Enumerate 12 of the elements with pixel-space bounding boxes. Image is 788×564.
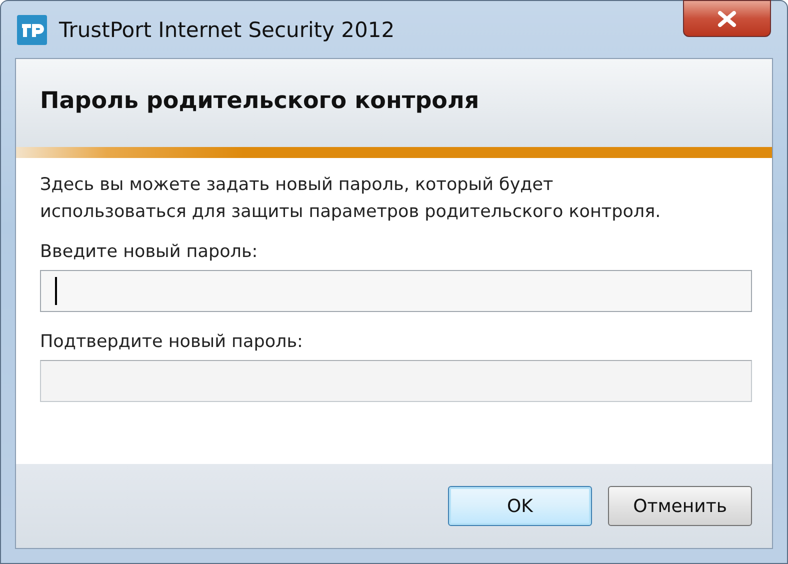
password-field[interactable] <box>40 270 752 312</box>
close-icon <box>717 10 737 26</box>
dialog-heading: Пароль родительского контроля <box>40 88 480 114</box>
ok-button[interactable]: OK <box>448 486 592 526</box>
description-text: Здесь вы можете задать новый пароль, который будет использоваться для защиты параметров родительского контроля. <box>40 174 662 224</box>
field-label: Введите новый пароль: <box>40 242 259 262</box>
cancel-button[interactable]: Отменить <box>608 486 752 526</box>
field-label: Подтвердите новый пароль: <box>40 332 304 352</box>
close-button[interactable] <box>683 0 771 37</box>
password-field[interactable] <box>40 360 752 402</box>
window-title: TrustPort Internet Security 2012 <box>59 18 395 42</box>
app-logo-icon <box>17 14 47 44</box>
